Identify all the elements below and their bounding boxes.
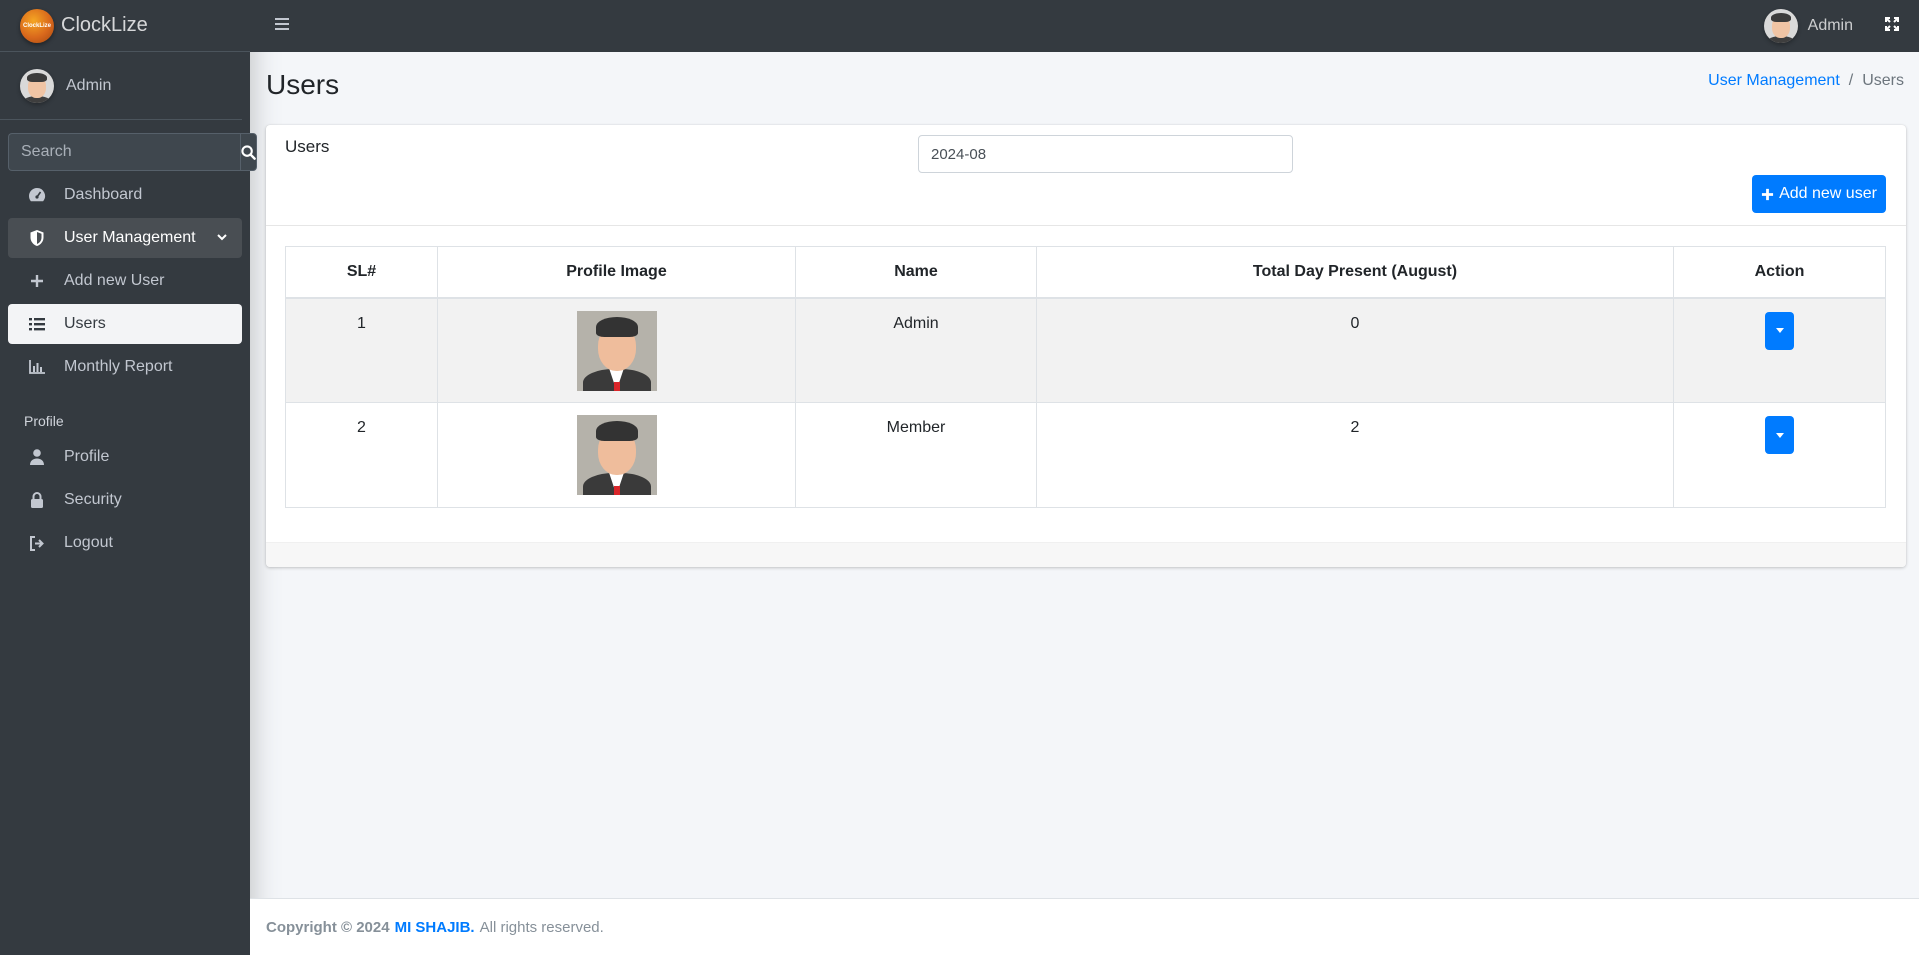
action-dropdown-button[interactable] <box>1765 311 1794 350</box>
add-new-user-label: Add new user <box>1779 185 1877 202</box>
card-header: Users Add new user <box>266 125 1906 226</box>
cell-total-day-present: 0 <box>1036 297 1674 403</box>
sidebar-item-label: Dashboard <box>64 186 143 203</box>
sidebar-item-monthly-report[interactable]: Monthly Report <box>8 347 242 387</box>
cell-sl: 2 <box>285 402 438 508</box>
footer-author-link[interactable]: MI SHAJIB. <box>395 919 475 936</box>
column-header-sl: SL# <box>285 246 438 299</box>
search-input[interactable] <box>8 133 240 171</box>
sidebar-item-label: Profile <box>64 448 110 465</box>
card-footer <box>266 542 1906 567</box>
table-row: 2 Member 2 <box>285 402 1886 508</box>
lock-icon <box>28 491 46 509</box>
card-title: Users <box>285 137 330 156</box>
table-row: 1 Admin 0 <box>285 297 1886 403</box>
sidebar-nav: Dashboard User Management Add new User U… <box>8 175 242 563</box>
breadcrumb: User Management / Users <box>1708 72 1904 90</box>
column-header-profile-image: Profile Image <box>437 246 796 299</box>
breadcrumb-separator: / <box>1848 72 1854 89</box>
sidebar-item-logout[interactable]: Logout <box>8 523 242 563</box>
cell-total-day-present: 2 <box>1036 402 1674 508</box>
footer-copyright: Copyright © 2024 <box>266 918 390 936</box>
brand-logo: ClockLize <box>20 8 54 43</box>
chart-icon <box>28 358 46 376</box>
content-wrapper: Users User Management / Users Users Add ne… <box>250 52 1919 898</box>
brand-name: ClockLize <box>61 14 148 36</box>
brand-link[interactable]: ClockLize ClockLize <box>0 0 250 52</box>
dashboard-icon <box>28 186 46 204</box>
cell-profile-image <box>437 402 796 508</box>
sidebar-item-label: Security <box>64 491 122 508</box>
cell-name: Admin <box>795 297 1037 403</box>
top-navbar: Admin <box>250 0 1919 52</box>
cell-sl: 1 <box>285 297 438 403</box>
sidebar-user-panel[interactable]: Admin <box>0 52 242 120</box>
sidebar-item-users[interactable]: Users <box>8 304 242 344</box>
profile-image <box>576 415 657 495</box>
main-footer: Copyright © 2024 MI SHAJIB. All rights r… <box>250 898 1919 955</box>
sidebar: ClockLize ClockLize Admin Dashboard <box>0 0 257 955</box>
column-header-name: Name <box>795 246 1037 299</box>
footer-rights: All rights reserved. <box>479 918 604 936</box>
menu-toggle-icon[interactable] <box>275 17 289 36</box>
breadcrumb-link-user-management[interactable]: User Management <box>1708 72 1840 89</box>
logout-icon <box>28 534 46 552</box>
navbar-user-name: Admin <box>1807 17 1853 34</box>
table-header-row: SL# Profile Image Name Total Day Present… <box>285 246 1886 299</box>
sidebar-item-label: Add new User <box>64 272 165 289</box>
action-dropdown-button[interactable] <box>1765 416 1794 454</box>
sidebar-section-header: Profile <box>24 413 64 429</box>
plus-icon <box>28 272 46 290</box>
sidebar-item-security[interactable]: Security <box>8 480 242 520</box>
breadcrumb-current: Users <box>1862 72 1904 89</box>
cell-action <box>1673 402 1886 508</box>
sidebar-item-label: Monthly Report <box>64 358 173 375</box>
user-icon <box>28 448 46 466</box>
caret-down-icon <box>1775 328 1784 333</box>
sidebar-item-dashboard[interactable]: Dashboard <box>8 175 242 215</box>
fullscreen-icon[interactable] <box>1885 16 1899 36</box>
users-table: SL# Profile Image Name Total Day Present… <box>285 246 1886 508</box>
cell-action <box>1673 297 1886 403</box>
avatar <box>20 68 54 103</box>
sidebar-item-label: Users <box>64 315 106 332</box>
add-new-user-button[interactable]: Add new user <box>1752 175 1886 213</box>
profile-image <box>576 310 657 391</box>
chevron-down-icon <box>216 230 228 248</box>
shield-icon <box>28 229 46 247</box>
month-input[interactable] <box>918 135 1293 173</box>
caret-down-icon <box>1775 432 1784 438</box>
column-header-total-day-present: Total Day Present (August) <box>1036 246 1674 299</box>
user-menu[interactable]: Admin <box>1763 9 1853 43</box>
avatar <box>1763 9 1798 43</box>
users-card: Users Add new user SL# Profile Image Nam… <box>266 125 1906 567</box>
sidebar-item-profile[interactable]: Profile <box>8 437 242 477</box>
sidebar-item-label: Logout <box>64 534 113 551</box>
navbar-right: Admin <box>1763 0 1919 52</box>
list-icon <box>28 315 46 333</box>
sidebar-item-user-management[interactable]: User Management <box>8 218 242 258</box>
cell-name: Member <box>795 402 1037 508</box>
sidebar-user-name[interactable]: Admin <box>66 77 111 95</box>
cell-profile-image <box>437 297 796 403</box>
sidebar-item-add-new-user[interactable]: Add new User <box>8 261 242 301</box>
plus-icon <box>1762 188 1774 200</box>
page-title: Users <box>266 69 340 100</box>
column-header-action: Action <box>1673 246 1886 299</box>
sidebar-item-label: User Management <box>64 229 196 246</box>
sidebar-search <box>8 133 257 171</box>
